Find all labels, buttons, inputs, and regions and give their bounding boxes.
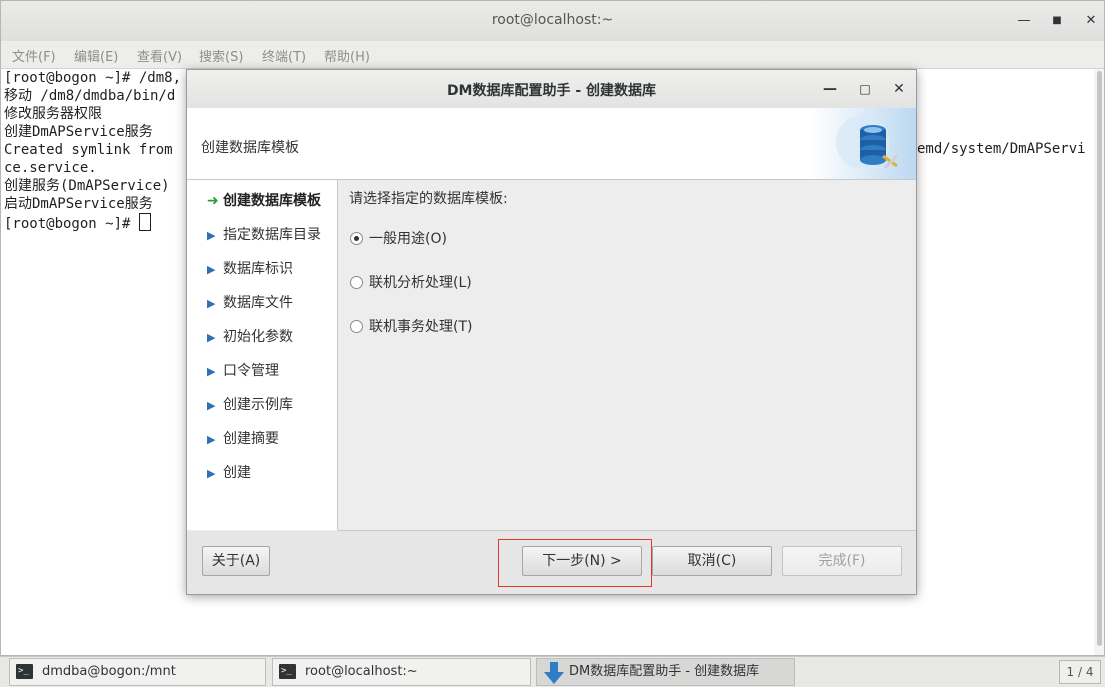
dialog-title: DM数据库配置助手 - 创建数据库 [446, 83, 657, 99]
template-content: 请选择指定的数据库模板: 一般用途(O) 联机分析处理(L) 联机事务处理(T) [338, 180, 916, 531]
terminal-prompt: [root@bogon ~]# [4, 216, 139, 232]
template-prompt: 请选择指定的数据库模板: [349, 191, 508, 207]
terminal-cursor [138, 213, 151, 231]
radio-icon[interactable] [350, 276, 363, 289]
step-create-template: ➜ 创建数据库模板 [207, 193, 321, 209]
dialog-header: 创建数据库模板 [187, 108, 916, 180]
triangle-right-icon: ▶ [207, 365, 216, 378]
cancel-button[interactable]: 取消(C) [652, 546, 772, 576]
workspace-pager[interactable]: 1 / 4 [1059, 660, 1101, 684]
triangle-right-icon: ▶ [207, 229, 216, 242]
terminal-icon [279, 658, 296, 684]
header-title: 创建数据库模板 [201, 140, 299, 156]
option-general-purpose[interactable]: 一般用途(O) [350, 228, 447, 248]
download-arrow-icon [544, 662, 564, 684]
terminal-scrollbar-thumb[interactable] [1097, 71, 1102, 646]
step-password-mgmt: ▶ 口令管理 [207, 363, 279, 379]
minimize-icon[interactable]: — [1014, 11, 1034, 31]
menu-help[interactable]: 帮助(H) [324, 46, 370, 65]
finish-button[interactable]: 完成(F) [782, 546, 902, 576]
task-dm-config[interactable]: DM数据库配置助手 - 创建数据库 [536, 658, 795, 686]
step-db-files: ▶ 数据库文件 [207, 295, 293, 311]
task-label: root@localhost:~ [305, 664, 418, 679]
terminal-line-fragment: emd/system/DmAPServi [917, 141, 1086, 157]
menu-search[interactable]: 搜索(S) [199, 46, 243, 65]
menu-edit[interactable]: 编辑(E) [74, 46, 118, 65]
terminal-menubar: 文件(F) 编辑(E) 查看(V) 搜索(S) 终端(T) 帮助(H) [1, 41, 1104, 69]
task-label: DM数据库配置助手 - 创建数据库 [569, 664, 760, 679]
step-db-identity: ▶ 数据库标识 [207, 261, 293, 277]
menu-terminal[interactable]: 终端(T) [262, 46, 306, 65]
steps-panel: ➜ 创建数据库模板 ▶ 指定数据库目录 ▶ 数据库标识 ▶ 数据库文件 ▶ 初始化参数 ▶… [187, 180, 338, 530]
dialog-close-icon[interactable]: ✕ [889, 79, 909, 99]
radio-icon[interactable] [350, 320, 363, 333]
step-summary: ▶ 创建摘要 [207, 431, 279, 447]
database-logo-icon [811, 108, 916, 179]
dm-config-dialog: DM数据库配置助手 - 创建数据库 — □ ✕ 创建数据库模板 ➜ 创建数据库模… [186, 69, 917, 595]
dialog-footer: 关于(A) 下一步(N) > 取消(C) 完成(F) [187, 531, 916, 594]
task-label: dmdba@bogon:/mnt [42, 664, 176, 679]
terminal-titlebar[interactable]: root@localhost:~ — ■ ✕ [1, 1, 1104, 42]
option-olap[interactable]: 联机分析处理(L) [350, 272, 472, 292]
step-create: ▶ 创建 [207, 465, 251, 481]
arrow-right-icon: ➜ [207, 193, 219, 209]
triangle-right-icon: ▶ [207, 433, 216, 446]
step-init-params: ▶ 初始化参数 [207, 329, 293, 345]
option-oltp[interactable]: 联机事务处理(T) [350, 316, 472, 336]
menu-file[interactable]: 文件(F) [12, 46, 56, 65]
triangle-right-icon: ▶ [207, 331, 216, 344]
triangle-right-icon: ▶ [207, 263, 216, 276]
terminal-title: root@localhost:~ [491, 12, 614, 28]
radio-selected-icon[interactable] [350, 232, 363, 245]
dialog-titlebar[interactable]: DM数据库配置助手 - 创建数据库 — □ ✕ [187, 70, 916, 109]
about-button[interactable]: 关于(A) [202, 546, 270, 576]
triangle-right-icon: ▶ [207, 467, 216, 480]
triangle-right-icon: ▶ [207, 297, 216, 310]
task-terminal-root[interactable]: root@localhost:~ [272, 658, 531, 686]
step-db-directory: ▶ 指定数据库目录 [207, 227, 321, 243]
terminal-icon [16, 658, 33, 684]
terminal-scrollbar[interactable] [1094, 69, 1104, 655]
menu-view[interactable]: 查看(V) [137, 46, 182, 65]
next-button[interactable]: 下一步(N) > [522, 546, 642, 576]
dialog-minimize-icon[interactable]: — [820, 79, 840, 99]
close-icon[interactable]: ✕ [1081, 11, 1101, 31]
dialog-maximize-icon[interactable]: □ [855, 79, 875, 99]
taskbar: dmdba@bogon:/mnt root@localhost:~ DM数据库配… [0, 656, 1105, 687]
task-terminal-dmdba[interactable]: dmdba@bogon:/mnt [9, 658, 266, 686]
step-sample-db: ▶ 创建示例库 [207, 397, 293, 413]
maximize-icon[interactable]: ■ [1047, 11, 1067, 31]
triangle-right-icon: ▶ [207, 399, 216, 412]
